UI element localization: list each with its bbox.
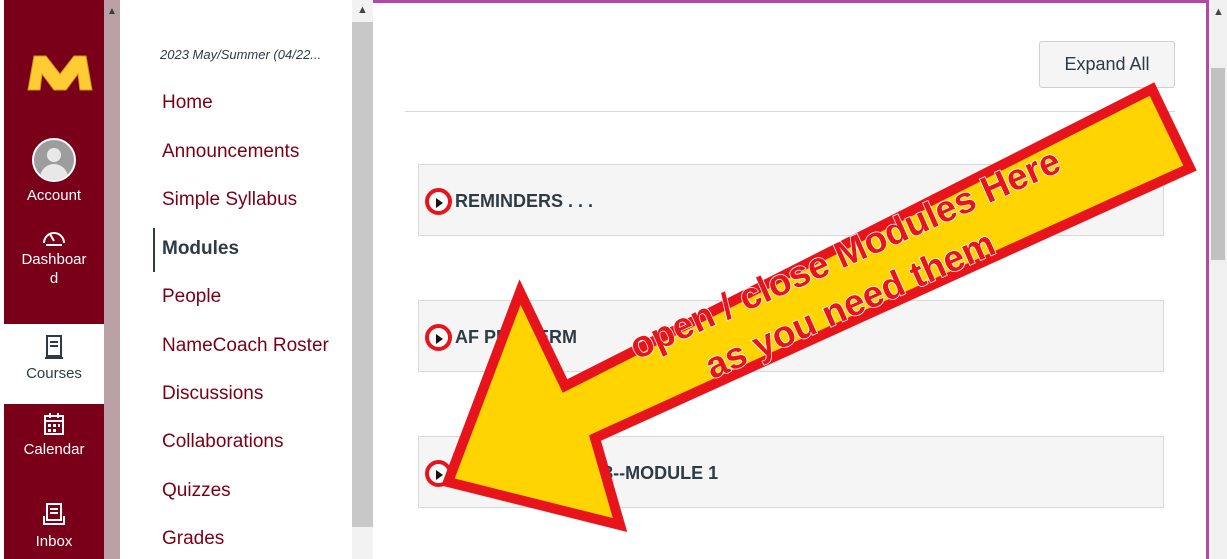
- nav-account[interactable]: Account: [4, 138, 104, 205]
- course-nav-home[interactable]: Home: [162, 92, 213, 114]
- scroll-up-icon[interactable]: ▲: [357, 4, 368, 16]
- expand-all-button[interactable]: Expand All: [1039, 41, 1175, 88]
- global-nav: Account Dashboard Courses Calendar Inbox…: [4, 0, 120, 559]
- course-nav-namecoach-roster[interactable]: NameCoach Roster: [162, 335, 329, 357]
- nav-inbox[interactable]: Inbox: [4, 502, 104, 551]
- nav-calendar[interactable]: Calendar: [4, 412, 104, 459]
- university-logo[interactable]: [26, 52, 94, 92]
- course-nav-collaborations[interactable]: Collaborations: [162, 431, 283, 453]
- course-nav-quizzes[interactable]: Quizzes: [162, 480, 231, 502]
- nav-account-label: Account: [26, 187, 82, 204]
- course-nav-simple-syllabus[interactable]: Simple Syllabus: [162, 189, 297, 211]
- canvas-window: Account Dashboard Courses Calendar Inbox…: [0, 0, 1227, 559]
- scrollbar-thumb[interactable]: [1211, 68, 1225, 260]
- courses-icon: [45, 335, 63, 359]
- nav-inbox-label: Inbox: [35, 533, 73, 550]
- dashboard-icon: [43, 232, 65, 246]
- course-nav-modules[interactable]: Modules: [162, 238, 239, 260]
- divider: [405, 111, 1175, 112]
- account-avatar-icon: [32, 138, 76, 182]
- scroll-up-icon[interactable]: ▲: [107, 6, 117, 17]
- expand-toggle-icon[interactable]: [425, 460, 452, 487]
- calendar-icon: [44, 413, 64, 435]
- module-header[interactable]: AF PRE TERM: [418, 300, 1164, 372]
- nav-calendar-label: Calendar: [23, 441, 85, 458]
- global-nav-scrollbar[interactable]: ▲: [104, 0, 120, 559]
- nav-dashboard-label: Dashboard: [21, 251, 87, 287]
- course-nav: [120, 0, 373, 559]
- module-header[interactable]: AF 4 January 2023--MODULE 1: [418, 436, 1164, 508]
- expand-toggle-icon[interactable]: [425, 324, 452, 351]
- module-title: AF 4 January 2023--MODULE 1: [455, 463, 719, 483]
- expand-toggle-icon[interactable]: [425, 188, 452, 215]
- page-scrollbar[interactable]: ▲: [1209, 0, 1227, 559]
- course-nav-grades[interactable]: Grades: [162, 528, 224, 550]
- module-header[interactable]: REMINDERS . . .: [418, 164, 1164, 236]
- course-nav-announcements[interactable]: Announcements: [162, 141, 299, 163]
- inbox-icon: [43, 503, 65, 525]
- scroll-up-icon[interactable]: ▲: [1213, 6, 1224, 18]
- nav-courses[interactable]: Courses: [4, 324, 104, 404]
- course-term-label: 2023 May/Summer (04/22...: [160, 47, 322, 62]
- module-title: REMINDERS . . .: [455, 191, 594, 211]
- nav-courses-label: Courses: [26, 365, 82, 382]
- module-title: AF PRE TERM: [455, 327, 578, 347]
- course-nav-discussions[interactable]: Discussions: [162, 383, 263, 405]
- course-nav-people[interactable]: People: [162, 286, 221, 308]
- active-indicator: [153, 228, 155, 272]
- nav-dashboard[interactable]: Dashboard: [4, 226, 104, 288]
- course-nav-scrollbar[interactable]: ▲: [352, 0, 373, 559]
- scrollbar-thumb[interactable]: [352, 22, 373, 527]
